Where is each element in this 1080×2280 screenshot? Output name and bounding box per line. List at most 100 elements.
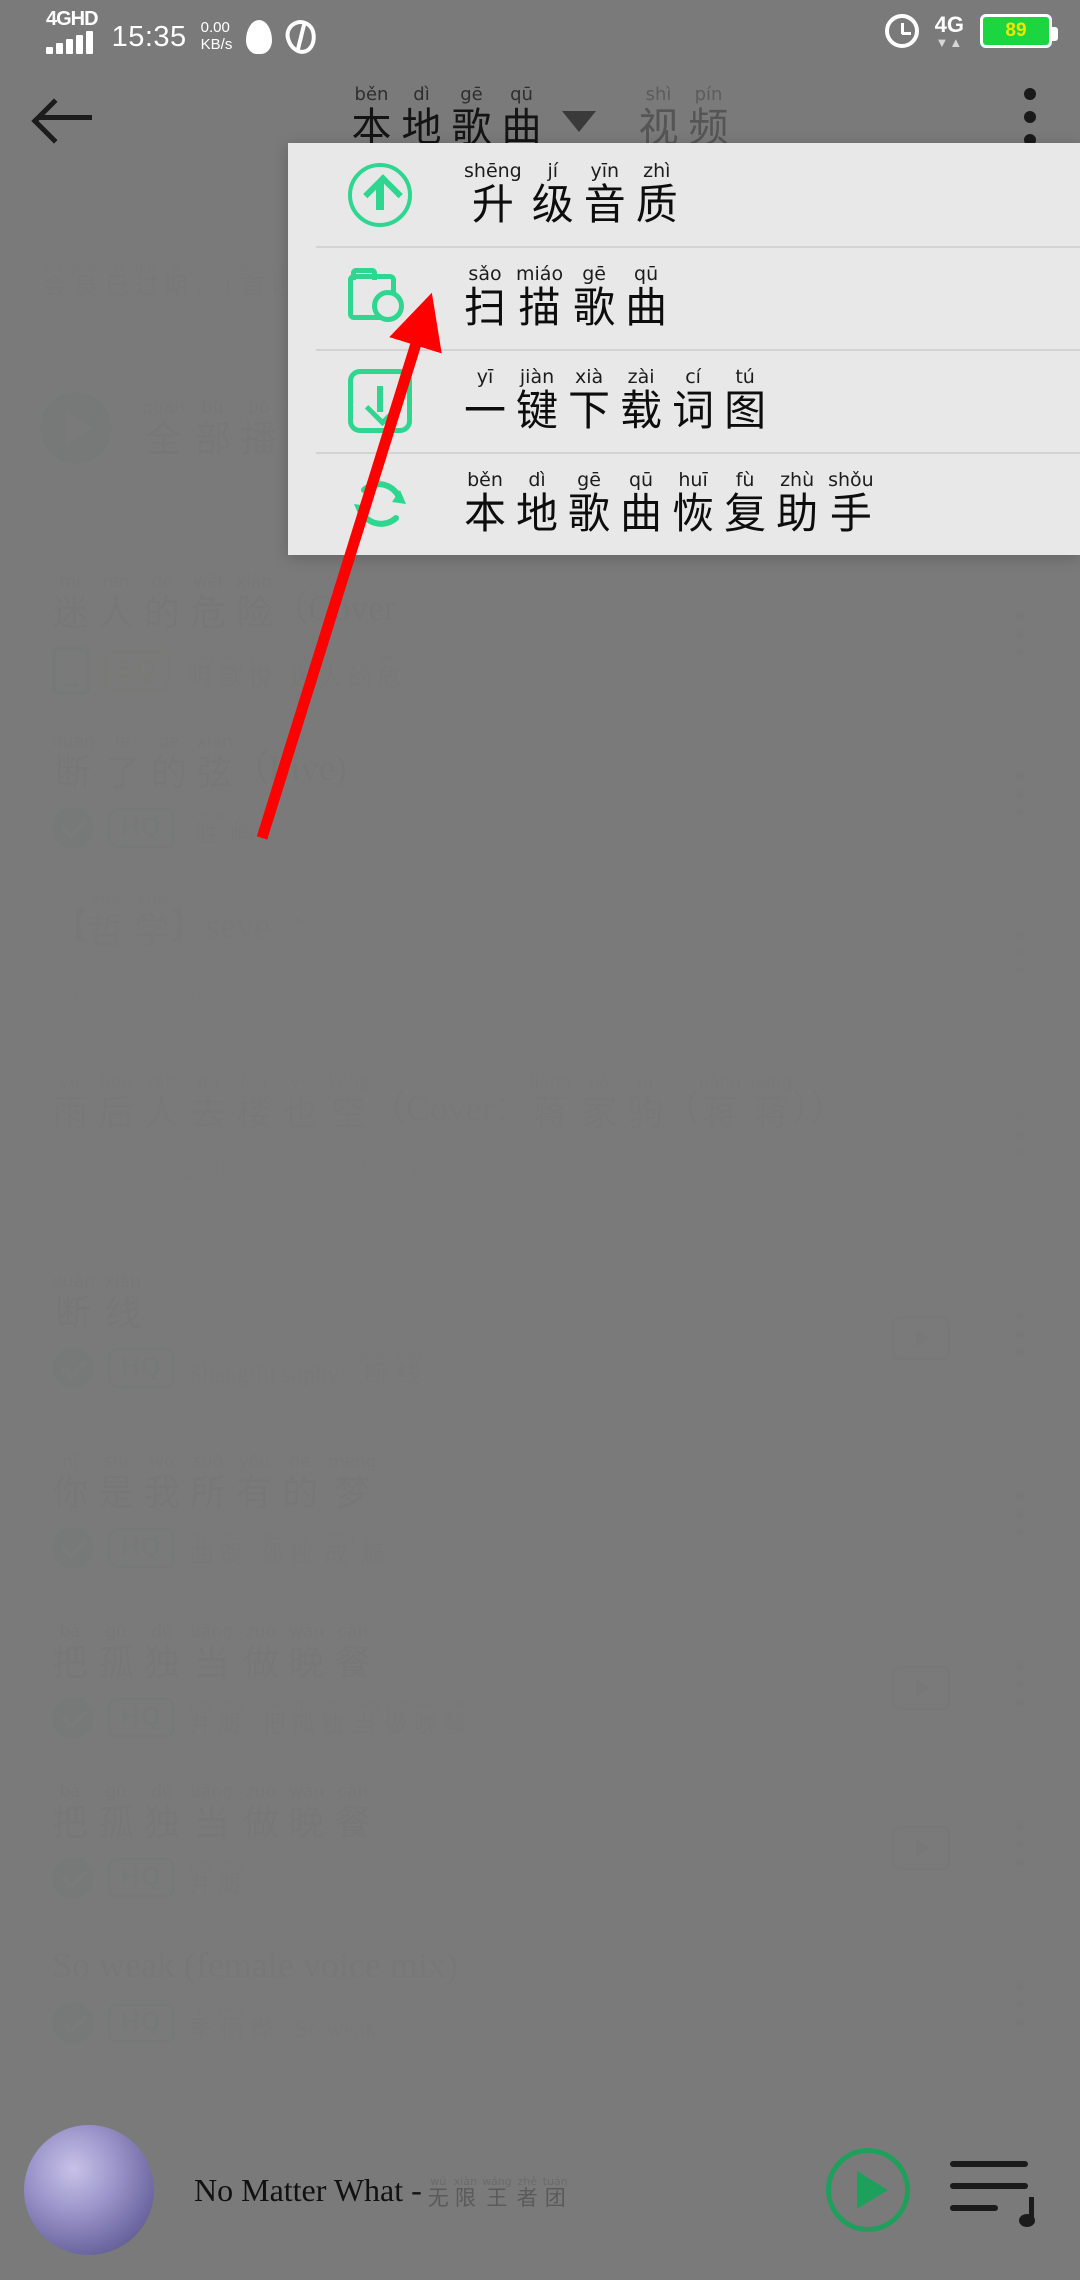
song-meta-line: HQ qū 曲 hè 贺 · gū 孤 dú 独 chéng 成 yǐn 瘾 (52, 1527, 1080, 1569)
now-playing-title: No Matter What - wú 无 xiàn 限 wáng 王 zhě 者 tuán 团 (194, 2172, 568, 2209)
song-title-alias: jiǎng 蒋 jiǎng 蒋 (699, 1072, 793, 1133)
song-mv-button[interactable] (892, 1826, 950, 1870)
menu-item-3[interactable]: běn 本 dì 地 gē 歌 qū 曲 huī 恢 fù 复 zhù 助 shǒu 手 (288, 452, 1080, 555)
song-more-icon[interactable] (1015, 772, 1024, 817)
quality-badge: SQ (104, 650, 170, 692)
song-title-suffix: （Live) (232, 748, 347, 788)
more-vertical-icon[interactable] (1024, 88, 1036, 146)
restore-refresh-icon (348, 472, 412, 536)
song-mv-button[interactable] (892, 1316, 950, 1360)
song-more-icon[interactable] (1015, 612, 1024, 657)
song-artist: duàn 断 xiàn 线 (361, 1348, 422, 1388)
song-title: nǐ 你 shì 是 wǒ 我 suǒ 所 yǒu 有 de 的 mèng 梦 (52, 1452, 377, 1513)
song-title-line: duàn 断 le 了 de 的 xián 弦（Live) (52, 732, 1080, 793)
song-artist: miāo 喵 miāo 喵 pà 帕 pà 帕 sī 斯 · zhé 哲 ♂ xué 学 (52, 964, 298, 1004)
song-mv-button[interactable] (892, 1666, 950, 1710)
menu-item-label: shēng 升 jí 级 yīn 音 zhì 质 (464, 160, 678, 229)
network-type-indicator: 4G ▼▲ (934, 11, 964, 49)
menu-item-label: sǎo 扫 miáo 描 gē 歌 qū 曲 (464, 263, 668, 332)
quality-badge: HQ (108, 1857, 175, 1899)
song-artist: qū 曲 hè 贺 · gū 孤 dú 独 chéng 成 yǐn 瘾 (189, 1528, 384, 1568)
album-art-thumbnail[interactable] (24, 2125, 154, 2255)
music-note-icon (286, 20, 316, 54)
song-more-icon[interactable] (1015, 1112, 1024, 1157)
signal-bars-icon (46, 30, 93, 54)
now-playing-title-latin: No Matter What - (194, 2171, 422, 2208)
song-artist: jǐng 井 lóng 胧 (189, 1858, 244, 1898)
song-title-suffix: （Cover (272, 588, 397, 628)
song-artist: jǐng 井 lóng 胧 · bǎ 把 gū 孤 dú 独 dàng 当 zuò 做 wǎn 晚 cān 餐 (189, 1698, 467, 1738)
downloaded-check-icon (52, 1697, 94, 1739)
song-title-line: nǐ 你 shì 是 wǒ 我 suǒ 所 yǒu 有 de 的 mèng 梦 (52, 1452, 1080, 1513)
alarm-clock-icon (884, 14, 919, 48)
network-label: 4GHD (46, 7, 99, 30)
song-list-item[interactable]: duàn 断 le 了 de 的 xián 弦（Live) HQ shèng 胜 yǔ 屿 (0, 720, 1080, 872)
menu-item-0[interactable]: shēng 升 jí 级 yīn 音 zhì 质 (288, 143, 1080, 246)
downloaded-check-icon (52, 1857, 94, 1899)
menu-item-label: běn 本 dì 地 gē 歌 qū 曲 huī 恢 fù 复 zhù 助 shǒu 手 (464, 469, 874, 538)
song-list-item[interactable]: mí 迷 rén 人 de 的 wēi 危 xiǎn 险（Cover SQ míng 明 xīn 歆 yuè… (0, 560, 1080, 712)
speed-unit: KB/s (200, 36, 233, 54)
song-list-item[interactable]: nǐ 你 shì 是 wǒ 我 suǒ 所 yǒu 有 de 的 mèng 梦 HQ qū 曲 hè 贺 · gū 孤 d… (0, 1440, 1080, 1592)
tab-video[interactable]: shì 视 pín 频 (639, 86, 729, 148)
song-title: duàn 断 le 了 de 的 xián 弦 (52, 732, 233, 793)
playlist-music-icon[interactable] (950, 2155, 1035, 2227)
song-artist-suffix: ·So weak (287, 2017, 378, 2043)
song-more-icon[interactable] (1015, 1982, 1024, 2027)
song-title: bǎ 把 gū 孤 dú 独 dàng 当 zuò 做 wǎn 晚 cān 餐 (52, 1622, 371, 1683)
battery-icon: 89 (980, 14, 1058, 48)
song-more-icon[interactable] (1015, 1662, 1024, 1707)
downloaded-check-icon (52, 2002, 94, 2044)
play-circle-icon[interactable] (826, 2148, 910, 2232)
song-more-icon[interactable] (1015, 1822, 1024, 1867)
overflow-dropdown-menu[interactable]: shēng 升 jí 级 yīn 音 zhì 质 sǎo 扫 miáo 描 gē 歌 qū 曲 yī 一 jià… (288, 143, 1080, 555)
phone-local-icon (52, 647, 90, 695)
song-list-item[interactable]: bǎ 把 gū 孤 dú 独 dàng 当 zuò 做 wǎn 晚 cān 餐 HQ jǐng 井 lóng 胧 ·… (0, 1610, 1080, 1762)
play-triangle-icon[interactable] (40, 392, 112, 464)
quality-badge: HQ (108, 1697, 175, 1739)
song-list-item[interactable]: bǎ 把 gū 孤 dú 独 dàng 当 zuò 做 wǎn 晚 cān 餐 HQ jǐng 井 lóng 胧 (0, 1770, 1080, 1922)
song-meta-line: miāo 喵 miāo 喵 pà 帕 pà 帕 sī 斯 · zhé 哲 ♂ xué 学 (52, 965, 1080, 1003)
song-list-item[interactable]: duàn 断 xiàn 线 HQ Shang/lil sophy· duàn 断 xiàn 线 (0, 1260, 1080, 1412)
song-title-line: mí 迷 rén 人 de 的 wēi 危 xiǎn 险（Cover (52, 572, 1080, 633)
quality-badge: HQ (108, 2002, 175, 2044)
menu-item-2[interactable]: yī 一 jiàn 键 xià 下 zài 载 cí 词 tú 图 (288, 349, 1080, 452)
quality-badge: HQ (108, 807, 175, 849)
song-artist: shèng 胜 yǔ 屿 (189, 808, 255, 848)
song-artist-latin: Shang/lil sophy· (189, 1362, 348, 1388)
song-title-latin: So weak (female voice mix) (52, 1945, 458, 1985)
battery-percent: 89 (1005, 20, 1027, 41)
signal-indicator: 4GHD (46, 7, 99, 54)
tab-local-songs[interactable]: běn 本 dì 地 gē 歌 qū 曲 (352, 86, 542, 148)
qq-penguin-icon (246, 19, 273, 54)
song-artist: jì 季 bǐng 柄 huà 桦 (189, 2003, 274, 2043)
song-meta-line: HQ shèng 胜 yǔ 屿 (52, 807, 1080, 849)
song-more-icon[interactable] (1015, 1492, 1024, 1537)
upgrade-quality-icon (348, 162, 412, 227)
song-title: yǔ 雨 hòu 后 rén 人 qù 去 lóu 楼 yě 也 kōng 空 (52, 1072, 370, 1133)
song-list-item[interactable]: 【zhé 哲 xué 学】seve ♂ miāo 喵 miāo 喵 pà 帕 pà 帕 sī 斯 · zhé… (0, 878, 1080, 1030)
menu-item-1[interactable]: sǎo 扫 miáo 描 gē 歌 qū 曲 (288, 246, 1080, 349)
song-more-icon[interactable] (1015, 1312, 1024, 1357)
song-title: mí 迷 rén 人 de 的 wēi 危 xiǎn 险 (52, 572, 273, 633)
network-speed: 0.00 KB/s (201, 19, 233, 54)
downloaded-check-icon (52, 1347, 94, 1389)
song-list-item[interactable]: yǔ 雨 hòu 后 rén 人 qù 去 lóu 楼 yě 也 kōng 空（Cover： jiǎng 蒋 j… (0, 1060, 1080, 1212)
mini-player-bar[interactable]: No Matter What - wú 无 xiàn 限 wáng 王 zhě 者 tuán 团 (0, 2100, 1080, 2280)
song-artist: wén 文 luó 罗 gāng 刚（ān 安 xiǎo 小 gāng 刚）· yǔ 雨 hòu 后 rén 人… (52, 1146, 498, 1186)
song-title: duàn 断 xiàn 线 (52, 1272, 141, 1333)
download-icon (348, 368, 412, 433)
song-meta-line: HQ jì 季 bǐng 柄 huà 桦 ·So weak (52, 2002, 1080, 2044)
song-title-line: 【zhé 哲 xué 学】seve ♂ (52, 892, 1080, 950)
header-divider (615, 94, 619, 140)
song-title-suffix: 】seve ♂ (170, 906, 307, 946)
song-more-icon[interactable] (1015, 930, 1024, 975)
network-type-label: 4G (934, 11, 964, 37)
song-meta-line: SQ míng 明 xīn 歆 yuè 悦 · mí 迷 rén 人 de 的 wēi 危 (52, 647, 1080, 695)
song-list-item[interactable]: So weak (female voice mix) HQ jì 季 bǐng 柄 huà… (0, 1930, 1080, 2082)
downloaded-check-icon (52, 1527, 94, 1569)
song-title-paren: （ (663, 1088, 700, 1128)
song-title-line: So weak (female voice mix) (52, 1944, 1080, 1986)
chevron-down-icon[interactable] (561, 110, 596, 132)
status-bar: 4GHD 15:35 0.00 KB/s 4G ▼▲ 89 (0, 0, 1080, 62)
